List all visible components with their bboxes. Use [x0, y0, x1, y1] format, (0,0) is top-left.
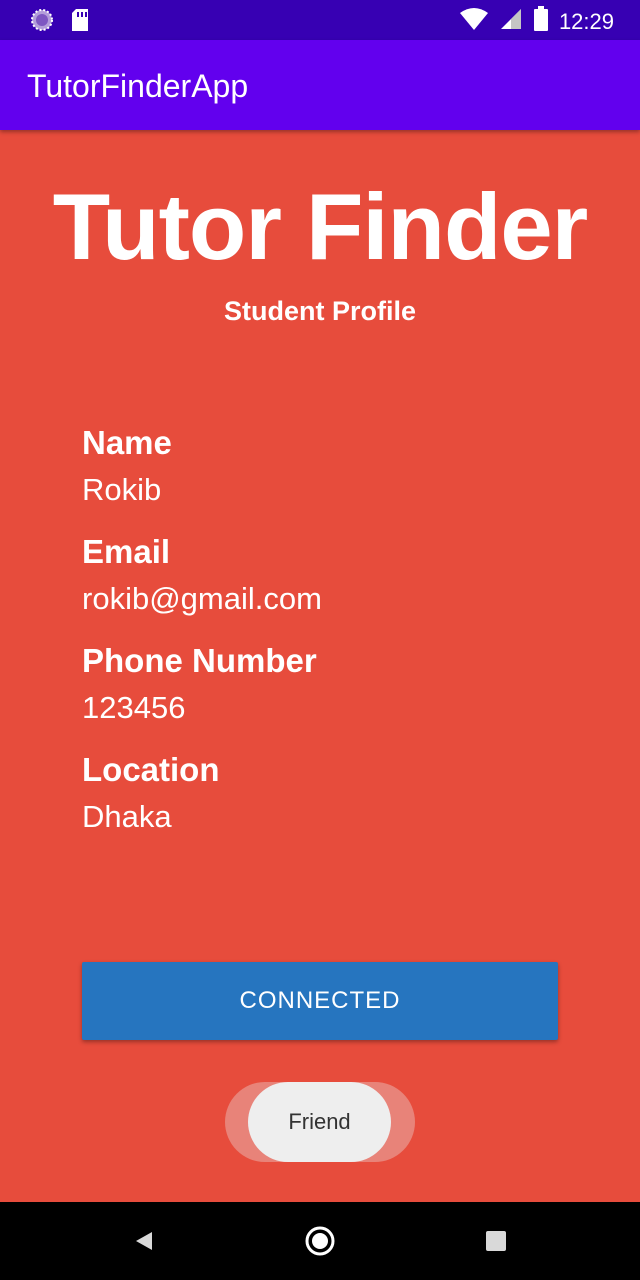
name-label: Name: [82, 424, 172, 461]
email-value: rokib@gmail.com: [82, 581, 322, 616]
sd-card-icon: [70, 8, 90, 37]
connect-button[interactable]: CONNECTED: [82, 962, 558, 1040]
page-title: Tutor Finder: [52, 174, 589, 279]
navigation-bar: [0, 1202, 640, 1280]
phone-label: Phone Number: [82, 642, 317, 679]
recents-icon[interactable]: [464, 1202, 528, 1280]
app-title: TutorFinderApp: [27, 68, 249, 104]
location-label: Location: [82, 751, 220, 788]
name-value: Rokib: [82, 472, 162, 507]
settings-circle-icon: [30, 8, 54, 37]
status-time: 12:29: [558, 8, 614, 34]
wifi-icon: [459, 7, 489, 36]
page-subtitle: Student Profile: [223, 296, 416, 326]
phone-value: 123456: [82, 690, 186, 725]
email-label: Email: [82, 533, 171, 570]
profile-screen: Tutor Finder Student Profile Name Rokib …: [0, 130, 640, 1202]
back-icon[interactable]: [112, 1202, 176, 1280]
toast-friend: Friend: [248, 1082, 391, 1162]
signal-icon: [499, 7, 523, 36]
battery-icon: [533, 6, 549, 37]
status-bar: 12:29: [0, 0, 640, 40]
app-bar: TutorFinderApp: [0, 40, 640, 130]
home-icon[interactable]: [288, 1202, 352, 1280]
location-value: Dhaka: [82, 799, 172, 834]
